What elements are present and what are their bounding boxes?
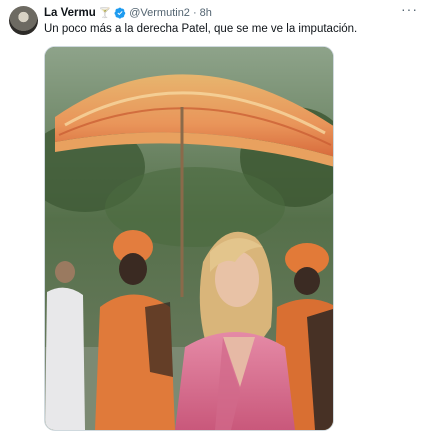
timestamp[interactable]: 8h — [200, 7, 212, 19]
photo-scene — [45, 47, 333, 430]
tweet-header: La Vermu 🍸 @Vermutin2 · 8h — [44, 5, 212, 21]
avatar[interactable] — [9, 6, 38, 35]
cocktail-emoji: 🍸 — [98, 7, 112, 19]
tweet-image[interactable] — [44, 46, 334, 431]
tweet-text: Un poco más a la derecha Patel, que se m… — [44, 23, 358, 35]
author-handle[interactable]: @Vermutin2 — [129, 7, 190, 19]
author-name[interactable]: La Vermu — [44, 7, 96, 19]
separator-dot: · — [192, 7, 197, 19]
more-options-icon[interactable]: ··· — [401, 2, 418, 16]
verified-badge-icon — [114, 7, 126, 19]
